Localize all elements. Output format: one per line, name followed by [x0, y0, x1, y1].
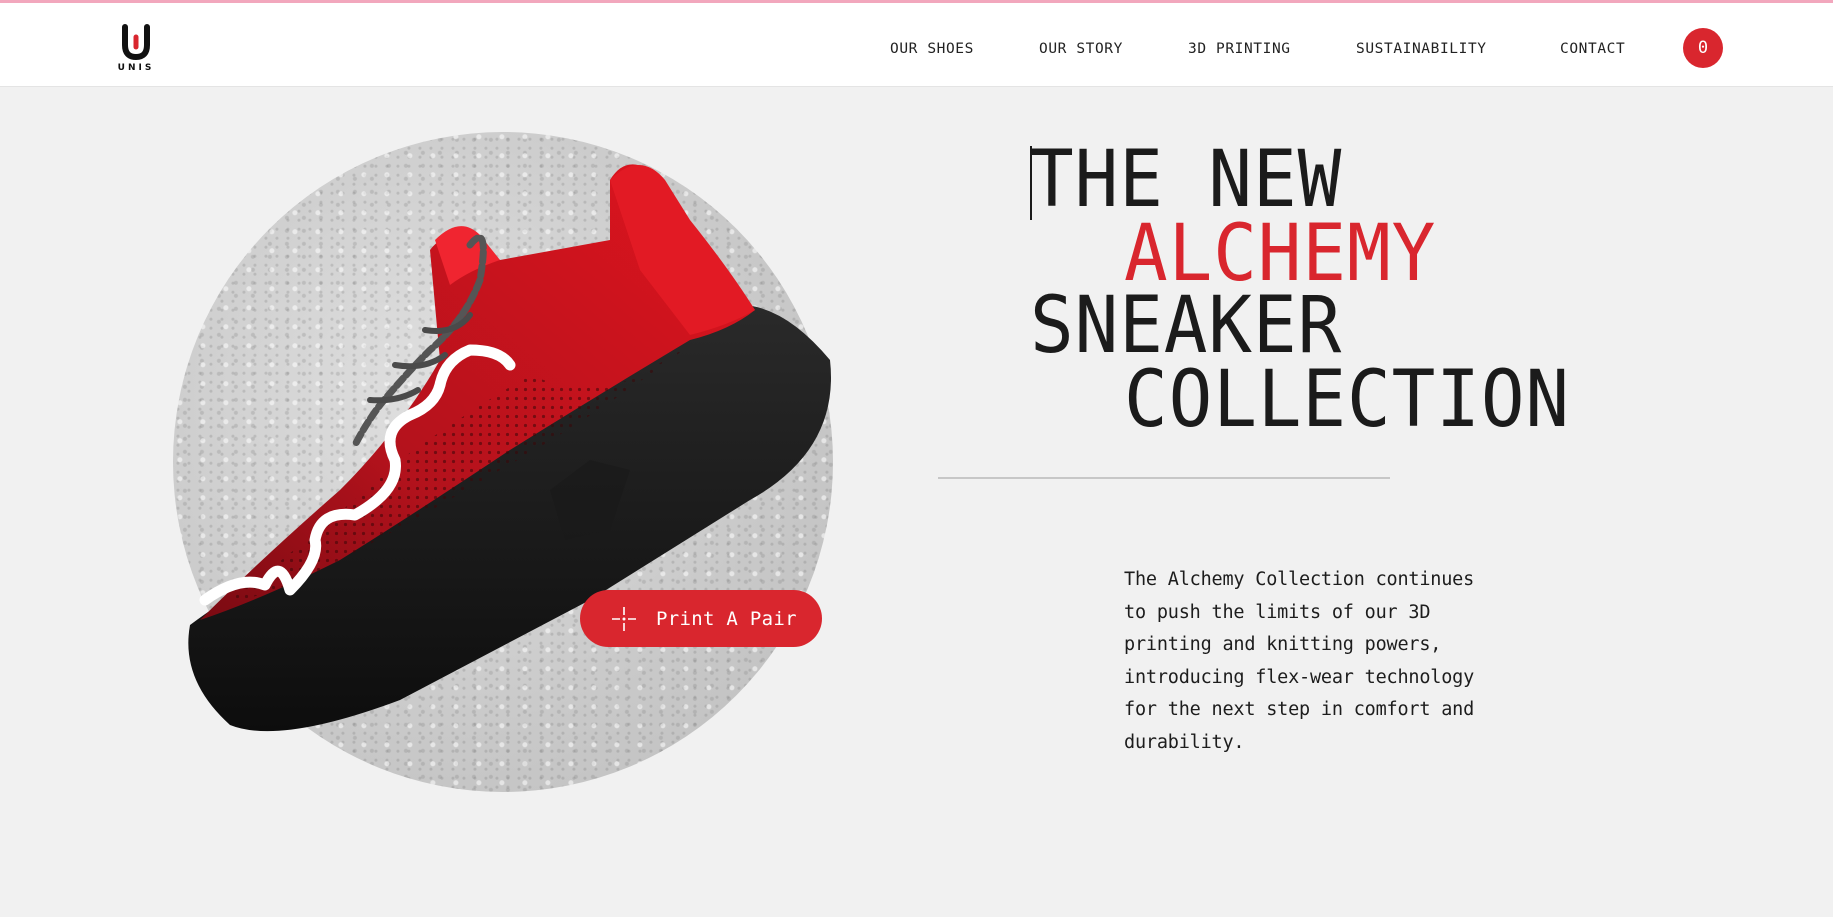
headline-line-4: COLLECTION	[1124, 355, 1571, 445]
nav-item-sustainability[interactable]: SUSTAINABILITY	[1356, 41, 1487, 57]
hero-description: The Alchemy Collection continues to push…	[1124, 569, 1475, 753]
site-header: UNIS OUR SHOES OUR STORY 3D PRINTING SUS…	[0, 3, 1833, 87]
section-divider	[938, 477, 1390, 479]
sneaker-image	[188, 164, 832, 732]
nav-item-3d-printing[interactable]: 3D PRINTING	[1188, 41, 1291, 57]
crosshair-icon	[612, 606, 636, 631]
headline-line-1: THE NEW	[1030, 135, 1343, 225]
print-a-pair-button[interactable]: Print A Pair	[580, 590, 822, 647]
print-a-pair-label: Print A Pair	[656, 607, 797, 630]
logo-wordmark: UNIS	[117, 63, 155, 73]
nav-item-contact[interactable]: CONTACT	[1560, 41, 1625, 57]
nav-item-our-story[interactable]: OUR STORY	[1039, 41, 1123, 57]
main-nav: OUR SHOES OUR STORY 3D PRINTING SUSTAINA…	[0, 41, 1833, 61]
cart-count-badge[interactable]: 0	[1683, 28, 1723, 68]
nav-item-our-shoes[interactable]: OUR SHOES	[890, 41, 974, 57]
headline-line-3: SNEAKER	[1030, 281, 1343, 371]
